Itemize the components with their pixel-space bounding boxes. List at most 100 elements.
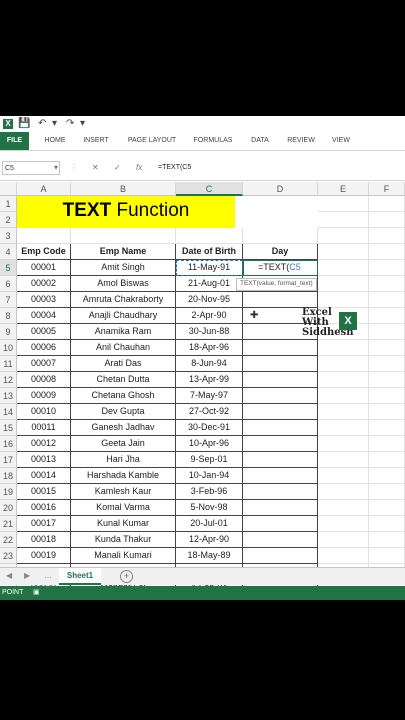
table-cell[interactable]: 2-Apr-90 — [176, 308, 243, 324]
grid-cell[interactable] — [318, 276, 369, 292]
name-box[interactable]: C5 — [2, 161, 60, 175]
table-cell[interactable]: Amol Biswas — [71, 276, 176, 292]
table-cell[interactable]: Amit Singh — [71, 260, 176, 276]
grid-cell[interactable] — [318, 532, 369, 548]
grid-cell[interactable] — [369, 404, 405, 420]
table-cell[interactable]: Anajli Chaudhary — [71, 308, 176, 324]
grid-cell[interactable] — [318, 260, 369, 276]
table-cell[interactable]: Komal Varma — [71, 500, 176, 516]
editing-cell-d5[interactable]: =TEXT(C5 — [243, 260, 318, 276]
redo-dropdown-icon[interactable]: ▾ — [80, 119, 85, 129]
table-header-cell[interactable]: Emp Code — [17, 244, 71, 260]
grid-cell[interactable] — [176, 228, 243, 244]
row-header-16[interactable]: 16 — [0, 436, 17, 452]
formula-input[interactable]: =TEXT(C5 — [158, 161, 398, 175]
table-cell[interactable]: 20-Nov-95 — [176, 292, 243, 308]
table-cell[interactable]: 00016 — [17, 500, 71, 516]
sheet-more-icon[interactable]: … — [44, 571, 52, 580]
name-box-dropdown-icon[interactable]: ▾ — [54, 161, 58, 175]
table-cell[interactable]: 12-Apr-90 — [176, 532, 243, 548]
cancel-icon[interactable]: ✕ — [92, 161, 99, 175]
table-cell[interactable]: 30-Jun-88 — [176, 324, 243, 340]
table-cell[interactable]: Kunal Kumar — [71, 516, 176, 532]
table-cell[interactable]: Chetana Ghosh — [71, 388, 176, 404]
macro-record-icon[interactable]: ▣ — [33, 586, 40, 600]
table-cell[interactable]: 11-May-91 — [176, 260, 243, 276]
grid-cell[interactable] — [318, 212, 369, 228]
grid-cell[interactable] — [318, 452, 369, 468]
grid-cell[interactable] — [318, 356, 369, 372]
table-cell[interactable]: Amruta Chakraborty — [71, 292, 176, 308]
grid-cell[interactable] — [369, 532, 405, 548]
row-header-22[interactable]: 22 — [0, 532, 17, 548]
grid-cell[interactable] — [71, 228, 176, 244]
row-header-15[interactable]: 15 — [0, 420, 17, 436]
grid-cell[interactable] — [369, 340, 405, 356]
grid-cell[interactable] — [318, 244, 369, 260]
grid-cell[interactable] — [318, 516, 369, 532]
row-header-13[interactable]: 13 — [0, 388, 17, 404]
prev-sheet-icon[interactable]: ◀ — [6, 571, 12, 580]
grid-cell[interactable] — [243, 468, 318, 484]
table-cell[interactable]: 00012 — [17, 436, 71, 452]
grid-cell[interactable] — [318, 468, 369, 484]
table-cell[interactable]: Geeta Jain — [71, 436, 176, 452]
insert-function-icon[interactable]: fx — [136, 161, 142, 175]
tab-data[interactable]: DATA — [246, 132, 274, 150]
table-cell[interactable]: 18-May-89 — [176, 548, 243, 564]
row-header-7[interactable]: 7 — [0, 292, 17, 308]
grid-cell[interactable] — [369, 292, 405, 308]
grid-cell[interactable] — [369, 228, 405, 244]
grid-cell[interactable] — [318, 388, 369, 404]
grid-cell[interactable] — [243, 532, 318, 548]
grid-cell[interactable] — [318, 228, 369, 244]
tab-insert[interactable]: INSERT — [80, 132, 112, 150]
table-cell[interactable]: 00011 — [17, 420, 71, 436]
grid-cell[interactable] — [369, 308, 405, 324]
tab-page-layout[interactable]: PAGE LAYOUT — [124, 132, 180, 150]
grid-cell[interactable] — [369, 276, 405, 292]
table-cell[interactable]: 00018 — [17, 532, 71, 548]
table-cell[interactable]: 21-Aug-01 — [176, 276, 243, 292]
table-cell[interactable]: Ganesh Jadhav — [71, 420, 176, 436]
grid-cell[interactable] — [369, 484, 405, 500]
worksheet-grid[interactable]: A B C D E F 1 2 3 4 5 6 7 8 9 10 11 12 13 14 15 16 17 18 1… — [0, 182, 405, 596]
row-header-12[interactable]: 12 — [0, 372, 17, 388]
table-cell[interactable]: Dev Gupta — [71, 404, 176, 420]
grid-cell[interactable] — [318, 484, 369, 500]
table-cell[interactable]: 00013 — [17, 452, 71, 468]
grid-cell[interactable] — [369, 324, 405, 340]
grid-cell[interactable] — [369, 516, 405, 532]
grid-cell[interactable] — [318, 292, 369, 308]
table-cell[interactable]: 00010 — [17, 404, 71, 420]
grid-cell[interactable] — [318, 548, 369, 564]
table-cell[interactable]: Kunda Thakur — [71, 532, 176, 548]
grid-cell[interactable] — [17, 228, 71, 244]
table-cell[interactable]: Hari Jha — [71, 452, 176, 468]
row-header-4[interactable]: 4 — [0, 244, 17, 260]
tab-review[interactable]: REVIEW — [284, 132, 318, 150]
column-header-b[interactable]: B — [71, 182, 176, 196]
grid-cell[interactable] — [243, 228, 318, 244]
row-header-21[interactable]: 21 — [0, 516, 17, 532]
next-sheet-icon[interactable]: ▶ — [24, 571, 30, 580]
column-header-c[interactable]: C — [176, 182, 243, 196]
table-cell[interactable]: 18-Apr-96 — [176, 340, 243, 356]
grid-cell[interactable] — [318, 404, 369, 420]
grid-cell[interactable] — [369, 356, 405, 372]
grid-cell[interactable] — [243, 516, 318, 532]
table-cell[interactable]: 00007 — [17, 356, 71, 372]
grid-cell[interactable] — [369, 244, 405, 260]
table-cell[interactable]: 00004 — [17, 308, 71, 324]
grid-cell[interactable] — [243, 292, 318, 308]
table-cell[interactable]: 00006 — [17, 340, 71, 356]
row-header-9[interactable]: 9 — [0, 324, 17, 340]
table-cell[interactable]: 00017 — [17, 516, 71, 532]
table-cell[interactable]: 10-Apr-96 — [176, 436, 243, 452]
grid-cell[interactable] — [243, 404, 318, 420]
enter-icon[interactable]: ✓ — [114, 161, 121, 175]
grid-cell[interactable] — [243, 420, 318, 436]
grid-cell[interactable] — [318, 436, 369, 452]
table-header-cell[interactable]: Day — [243, 244, 318, 260]
table-cell[interactable]: Chetan Dutta — [71, 372, 176, 388]
